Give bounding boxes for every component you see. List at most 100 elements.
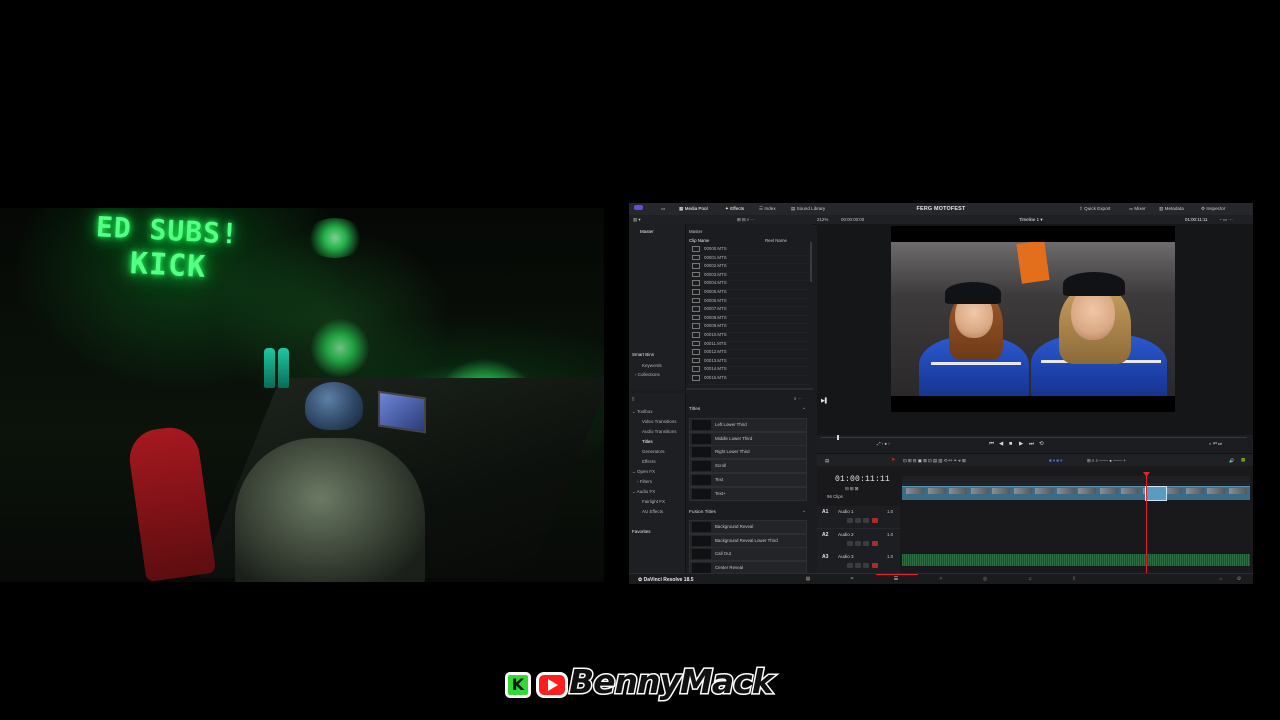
effects-tree-item[interactable]: ⌄ Audio FX	[632, 489, 655, 495]
timeline-ruler[interactable]	[902, 476, 1250, 485]
effects-tree-item[interactable]: Generators	[642, 449, 665, 454]
clip-icon	[692, 323, 700, 329]
collapse-icon[interactable]: ⌃	[802, 407, 806, 413]
track-name[interactable]: Audio 1	[838, 509, 854, 514]
deliver-page-icon[interactable]: ⇪	[1070, 576, 1078, 582]
lock-icon[interactable]	[847, 518, 853, 523]
col-clip-name[interactable]: Clip Name	[689, 238, 710, 243]
track-name[interactable]: Audio 2	[838, 532, 854, 537]
effects-tree-item[interactable]: AU Effects	[642, 509, 663, 514]
effect-label: Background Reveal Lower Third	[715, 537, 778, 543]
effects-tree-item[interactable]: ⌄ Open FX	[632, 469, 655, 475]
effect-item[interactable]: Text+	[689, 486, 807, 501]
skip-forward-button[interactable]: ⏭	[1029, 441, 1034, 448]
bin-master[interactable]: Master	[640, 229, 654, 234]
clip-name: 00013.MTS	[704, 357, 727, 363]
mixer-button[interactable]: ⚌ Mixer	[1129, 206, 1146, 212]
track-options-icons[interactable]: ⊟ ⊞ ⊠	[845, 486, 858, 492]
streamer	[235, 438, 425, 582]
effect-item[interactable]: Background Reveal	[689, 520, 807, 534]
cut-page-icon[interactable]: ⌗	[848, 576, 856, 582]
track-level: 1.0	[887, 554, 894, 559]
fusion-page-icon[interactable]: ✧	[937, 576, 945, 582]
auto-select-icon[interactable]	[855, 518, 861, 523]
col-reel-name[interactable]: Reel Name	[765, 238, 787, 243]
effects-tree-item[interactable]: Titles	[642, 439, 653, 444]
effect-item[interactable]: Text	[689, 472, 807, 487]
mute-button[interactable]	[872, 540, 878, 546]
solo-button[interactable]	[863, 518, 869, 523]
inspector-button[interactable]: ⚙ Inspector	[1201, 206, 1225, 212]
video-track-clips[interactable]	[902, 486, 1250, 500]
viewer-mode-icon[interactable]: ▶▌	[821, 398, 828, 404]
loop-button[interactable]: ⟲	[1039, 441, 1044, 447]
quick-export-button[interactable]: ⇪ Quick Export	[1079, 206, 1110, 212]
mute-button[interactable]	[872, 518, 878, 523]
stop-button[interactable]: ■	[1009, 441, 1012, 447]
home-icon[interactable]: ⌂	[1217, 576, 1225, 582]
scrub-playhead[interactable]	[837, 435, 839, 440]
effects-tree-item[interactable]: › Filters	[637, 479, 652, 484]
effect-label: Text	[715, 476, 724, 482]
effect-item[interactable]: Call Out	[689, 547, 807, 562]
timeline-timecode[interactable]: 01:00:11:11	[835, 475, 890, 484]
lock-icon[interactable]	[847, 540, 853, 546]
skip-back-button[interactable]: ⏮	[989, 441, 994, 448]
scrub-bar[interactable]	[821, 437, 1247, 438]
smart-bins-header: Smart Bins	[632, 352, 655, 357]
grid-icon[interactable]: ▥ ▾	[633, 217, 641, 223]
viewer-toggle-icons[interactable]: ⤢ ‹ ● ›	[877, 441, 890, 446]
audio-level-icon[interactable]: 🔊	[1229, 458, 1234, 464]
effect-item[interactable]: Left Lower Third	[689, 418, 807, 432]
vertical-scrollbar[interactable]	[810, 242, 812, 282]
edit-tools-icons[interactable]: ⊡ ⊞ ⊟ ▣ ⊠ ⊡ ▤ ▥ ⟲ ⚯ ⚭ ⌖ ⊠	[903, 458, 966, 464]
zoom-tools-icons[interactable]: ⊞ ⌕ ⌕ —— ● —— +	[1087, 458, 1126, 464]
effect-item[interactable]: Scroll	[689, 459, 807, 474]
fairlight-page-icon[interactable]: ♫	[1026, 576, 1034, 582]
streamer-cap	[305, 382, 363, 430]
fullscreen-icon[interactable]: ◐ ⏮ ⏭	[1209, 441, 1222, 446]
audio-waveform-a3[interactable]	[902, 554, 1250, 566]
play-button[interactable]: ▶	[1019, 441, 1023, 447]
effects-tree-item[interactable]: Fairlight FX	[642, 499, 665, 504]
zoom-level[interactable]: 212%	[817, 217, 828, 222]
media-page-icon[interactable]: ▦	[804, 576, 812, 582]
settings-icon[interactable]: ⚙	[1235, 576, 1243, 582]
metadata-button[interactable]: ▥ Metadata	[1159, 206, 1184, 212]
auto-select-icon[interactable]	[855, 540, 861, 546]
timeline-layout-icon[interactable]: ▤	[825, 458, 829, 464]
effects-panel-icon[interactable]: ▯	[632, 396, 634, 402]
viewer-frame[interactable]	[891, 226, 1175, 412]
effect-item[interactable]: Middle Lower Third	[689, 431, 807, 446]
view-options-icon[interactable]: ⊞ ⊟ ⌕ ⋯	[737, 217, 755, 223]
solo-button[interactable]	[863, 563, 869, 568]
selection-tool-icon[interactable]: ➤	[891, 457, 896, 463]
effects-tree-item[interactable]: ⌄ Toolbox	[632, 409, 652, 415]
timeline-selector[interactable]: Timeline 1 ▾	[1019, 217, 1043, 223]
play-reverse-button[interactable]: ◀	[999, 441, 1003, 447]
effect-item[interactable]: Right Lower Third	[689, 445, 807, 460]
color-page-icon[interactable]: ◎	[981, 576, 989, 582]
auto-select-icon[interactable]	[855, 563, 861, 568]
viewer-options-icon[interactable]: ◔ ▭ ⋯	[1219, 217, 1233, 223]
clip-row[interactable]: 00015.MTS	[689, 375, 809, 385]
effects-tree-item[interactable]: Audio Transitions	[642, 429, 677, 434]
smart-bin-collections[interactable]: › Collections	[635, 372, 660, 377]
edit-page-icon[interactable]: ☰	[892, 576, 900, 582]
effect-item[interactable]: Background Reveal Lower Third	[689, 533, 807, 548]
effects-tree-item[interactable]: Effects	[642, 459, 656, 464]
mute-button[interactable]	[872, 563, 878, 568]
effects-tree-item[interactable]: Video Transitions	[642, 419, 676, 424]
smart-bin-keywords[interactable]: Keywords	[642, 363, 662, 368]
flag-icons[interactable]: ■ ▾ ■ ▾	[1049, 458, 1062, 464]
horizontal-scrollbar[interactable]	[686, 388, 813, 390]
solo-button[interactable]	[863, 540, 869, 546]
meter-icon[interactable]: ▦	[1241, 457, 1245, 463]
playhead[interactable]	[1146, 476, 1147, 573]
lock-icon[interactable]	[847, 563, 853, 568]
collapse-icon[interactable]: ⌃	[802, 510, 806, 516]
search-icon[interactable]: ⌕ ⋯	[794, 396, 802, 401]
favorites-header[interactable]: Favorites	[632, 529, 651, 534]
track-name[interactable]: Audio 3	[838, 554, 854, 559]
selected-clip[interactable]	[1145, 486, 1167, 501]
